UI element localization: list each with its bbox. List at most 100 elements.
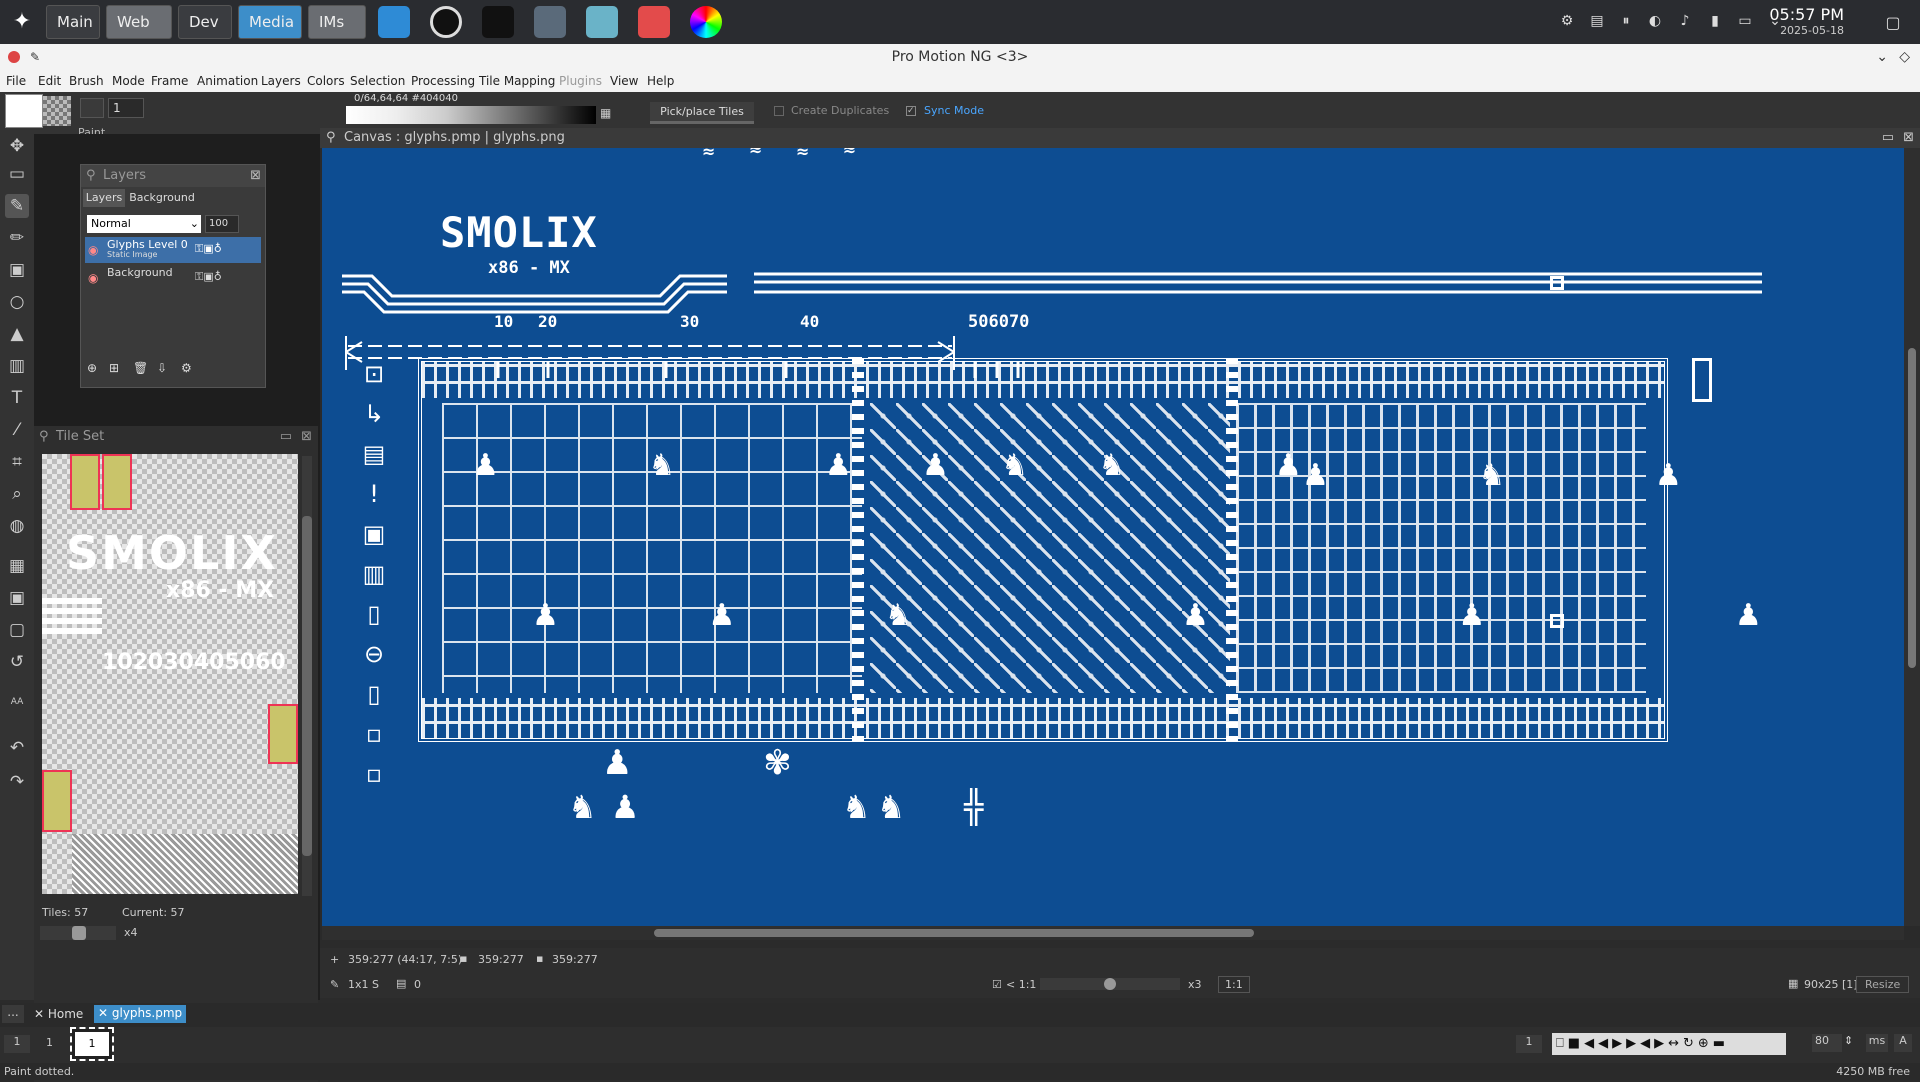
- antialias-tool-icon[interactable]: AA: [5, 690, 29, 714]
- background-color-swatch[interactable]: [43, 96, 71, 126]
- menu-selection[interactable]: Selection: [350, 74, 405, 88]
- pin-icon[interactable]: ⚲: [39, 426, 49, 448]
- presentation-app-icon[interactable]: [638, 6, 670, 38]
- ratio-button[interactable]: 1:1: [1218, 976, 1250, 993]
- add-layer-icon[interactable]: ⊕: [87, 361, 97, 375]
- ms-button[interactable]: ms: [1866, 1034, 1888, 1052]
- zoom-checkbox[interactable]: ☑: [992, 978, 1002, 991]
- tab-home[interactable]: ✕ Home: [34, 1007, 83, 1021]
- battery-icon[interactable]: ▮: [1706, 13, 1724, 31]
- menu-edit[interactable]: Edit: [38, 74, 61, 88]
- close-icon[interactable]: ✕: [34, 1007, 48, 1021]
- menu-mode[interactable]: Mode: [112, 74, 145, 88]
- pin-icon[interactable]: ⚲: [86, 165, 96, 187]
- menu-processing[interactable]: Processing: [411, 74, 475, 88]
- redo-tool-icon[interactable]: ↷: [5, 770, 29, 794]
- lock-tool-icon[interactable]: ▢: [5, 618, 29, 642]
- tab-glyphs[interactable]: ✕ glyphs.pmp: [94, 1005, 187, 1023]
- smudge-tool-icon[interactable]: ◍: [5, 514, 29, 538]
- picker-tool-icon[interactable]: ⁄: [5, 418, 29, 442]
- workspace-ims[interactable]: IMs: [308, 5, 366, 39]
- gradient-tool-icon[interactable]: ▥: [5, 354, 29, 378]
- menu-animation[interactable]: Animation: [197, 74, 258, 88]
- text-editor-icon[interactable]: [482, 6, 514, 38]
- tileset-zoom-slider[interactable]: [40, 926, 116, 940]
- drawing-canvas[interactable]: ≋ ≈ ≋ ≈ SMOLIX x86 - MX 10 20 30 40 5060…: [322, 148, 1904, 926]
- curl-tool-icon[interactable]: ↺: [5, 650, 29, 674]
- tileset-vscroll[interactable]: [302, 456, 312, 896]
- clipboard-icon[interactable]: ▤: [1588, 13, 1606, 31]
- fps-field[interactable]: 80: [1812, 1034, 1842, 1052]
- brush-shape-button[interactable]: [80, 98, 104, 118]
- media-pause-icon[interactable]: ⏸: [1617, 13, 1635, 31]
- tab-background[interactable]: Background: [127, 189, 197, 207]
- palette-menu-icon[interactable]: ▦: [600, 106, 616, 122]
- workspace-media[interactable]: Media: [238, 5, 302, 39]
- close-icon[interactable]: ⊠: [301, 426, 312, 448]
- pick-place-tiles-button[interactable]: Pick/place Tiles: [650, 102, 754, 124]
- display-icon[interactable]: ▭: [1736, 13, 1754, 31]
- undo-tool-icon[interactable]: ↶: [5, 736, 29, 760]
- pen-tool-icon[interactable]: ✏: [5, 226, 29, 250]
- grid-tool-icon[interactable]: ▦: [5, 554, 29, 578]
- menu-colors[interactable]: Colors: [307, 74, 345, 88]
- text-tool-icon[interactable]: T: [5, 386, 29, 410]
- sprite-tool-icon[interactable]: ▣: [5, 586, 29, 610]
- layer-row-background[interactable]: ◉ Background ⚿▣♁: [85, 265, 261, 291]
- foreground-color-swatch[interactable]: [5, 94, 43, 128]
- playback-controls[interactable]: ⎕■◀◀▶▶◀▶↔↻⊕▬: [1552, 1033, 1786, 1055]
- delete-layer-icon[interactable]: 🗑: [133, 361, 148, 375]
- window-close-icon[interactable]: ◇: [1899, 44, 1910, 70]
- close-icon[interactable]: ⊠: [250, 165, 261, 187]
- close-icon[interactable]: ✕: [98, 1006, 112, 1020]
- selected-tile[interactable]: [102, 454, 132, 510]
- crop-tool-icon[interactable]: ⌗: [5, 450, 29, 474]
- palette-strip[interactable]: [346, 106, 596, 124]
- color-wheel-app-icon[interactable]: [690, 6, 722, 38]
- clock[interactable]: 05:57 PM 2025-05-18: [1769, 5, 1844, 37]
- canvas-hscroll[interactable]: [322, 926, 1904, 940]
- merge-layer-icon[interactable]: ⇩: [157, 361, 167, 375]
- selected-tile[interactable]: [268, 704, 298, 764]
- workspace-dev[interactable]: Dev: [178, 5, 232, 39]
- network-icon[interactable]: ⚙: [1558, 13, 1576, 31]
- workspace-main[interactable]: Main: [46, 5, 100, 39]
- canvas-vscroll[interactable]: [1904, 148, 1920, 926]
- fps-spinner-icon[interactable]: ⇕: [1844, 1034, 1853, 1047]
- zoom-tool-icon[interactable]: ⌕: [5, 482, 29, 506]
- media-app-icon[interactable]: [586, 6, 618, 38]
- menu-frame[interactable]: Frame: [151, 74, 188, 88]
- close-icon[interactable]: ⊠: [1903, 128, 1914, 148]
- menu-plugins[interactable]: Plugins: [559, 74, 602, 88]
- circle-tool-icon[interactable]: ○: [5, 290, 29, 314]
- selected-tile[interactable]: [42, 770, 72, 832]
- move-tool-icon[interactable]: ✥: [5, 134, 29, 158]
- layer-row-glyphs[interactable]: ◉ Glyphs Level 0 Static Image ⚿▣♁: [85, 237, 261, 263]
- current-frame-field[interactable]: 1: [1516, 1035, 1542, 1053]
- menu-help[interactable]: Help: [647, 74, 674, 88]
- selected-tile[interactable]: [70, 454, 100, 510]
- frame-number-field[interactable]: 1: [4, 1035, 30, 1053]
- fill-tool-icon[interactable]: ▲: [5, 322, 29, 346]
- folder-icon[interactable]: ▭: [280, 426, 292, 448]
- workspace-web[interactable]: Web: [106, 5, 172, 39]
- volume-icon[interactable]: ♪: [1676, 13, 1694, 31]
- eye-icon[interactable]: ◉: [88, 243, 98, 257]
- update-icon[interactable]: ◐: [1646, 13, 1664, 31]
- a-button[interactable]: A: [1894, 1034, 1912, 1052]
- pin-icon[interactable]: ⚲: [326, 128, 336, 148]
- file-manager-icon[interactable]: [378, 6, 410, 38]
- dotted-paint-tool-icon[interactable]: ✎: [5, 194, 29, 218]
- layer-options-icon[interactable]: ⚿▣♁: [195, 242, 222, 256]
- menu-view[interactable]: View: [610, 74, 638, 88]
- pin-icon[interactable]: ✎: [30, 44, 40, 70]
- opacity-field[interactable]: 100: [205, 215, 239, 233]
- spiral-app-icon[interactable]: [430, 6, 462, 38]
- tileset-grid[interactable]: SMOLIX x86 - MX 102030405060: [42, 454, 298, 894]
- create-duplicates-checkbox[interactable]: [774, 106, 784, 116]
- resize-button[interactable]: Resize: [1856, 976, 1910, 993]
- menu-file[interactable]: File: [6, 74, 26, 88]
- rect-select-tool-icon[interactable]: ▭: [5, 162, 29, 186]
- calendar-app-icon[interactable]: [534, 6, 566, 38]
- layer-options-icon[interactable]: ⚿▣♁: [195, 270, 222, 284]
